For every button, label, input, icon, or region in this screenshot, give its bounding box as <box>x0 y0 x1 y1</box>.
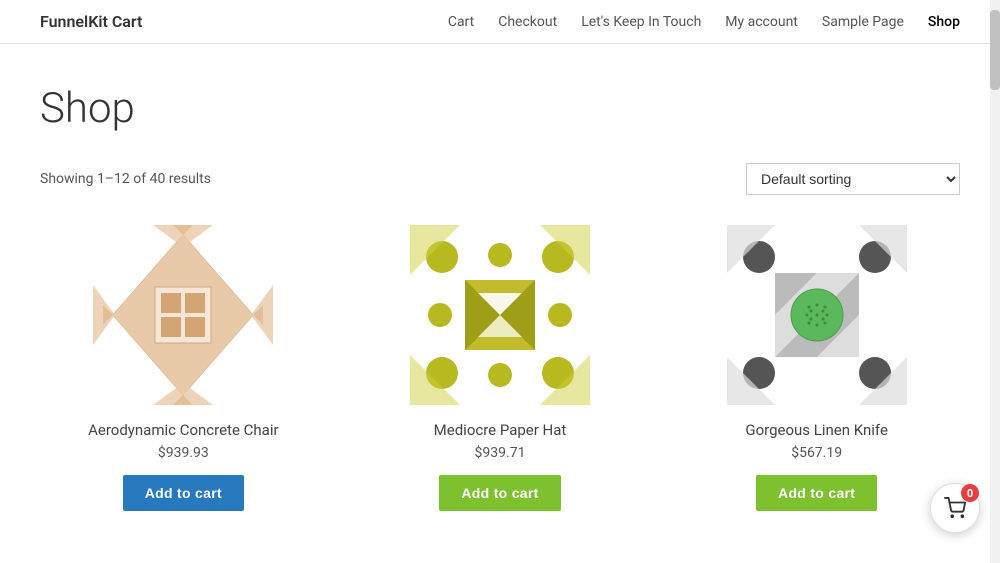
cart-icon <box>944 497 966 519</box>
main-content: Shop Showing 1–12 of 40 results Default … <box>20 44 980 551</box>
cart-count-badge: 0 <box>961 484 979 502</box>
product-name-1: Aerodynamic Concrete Chair <box>88 421 278 439</box>
main-nav: Cart Checkout Let's Keep In Touch My acc… <box>448 14 960 30</box>
product-grid: Aerodynamic Concrete Chair $939.93 Add t… <box>40 225 960 511</box>
product-image-3 <box>727 225 907 405</box>
add-to-cart-button-3[interactable]: Add to cart <box>756 475 877 511</box>
product-name-2: Mediocre Paper Hat <box>434 421 567 439</box>
header: FunnelKit Cart Cart Checkout Let's Keep … <box>0 0 1000 44</box>
cart-float-button[interactable]: 0 <box>930 483 980 533</box>
product-price-2: $939.71 <box>475 445 526 461</box>
add-to-cart-button-2[interactable]: Add to cart <box>439 475 560 511</box>
shop-toolbar: Showing 1–12 of 40 results Default sorti… <box>40 163 960 195</box>
product-card-3: Gorgeous Linen Knife $567.19 Add to cart <box>673 225 960 511</box>
scrollbar-thumb[interactable] <box>990 10 1000 90</box>
product-card-2: Mediocre Paper Hat $939.71 Add to cart <box>357 225 644 511</box>
product-card-1: Aerodynamic Concrete Chair $939.93 Add t… <box>40 225 327 511</box>
product-name-3: Gorgeous Linen Knife <box>745 421 888 439</box>
nav-cart[interactable]: Cart <box>448 14 474 30</box>
result-count: Showing 1–12 of 40 results <box>40 171 211 187</box>
sort-select[interactable]: Default sorting Sort by popularity Sort … <box>746 163 960 195</box>
product-image-1 <box>93 225 273 405</box>
nav-shop[interactable]: Shop <box>928 14 960 30</box>
product-image-2 <box>410 225 590 405</box>
page-title: Shop <box>40 84 960 133</box>
product-price-3: $567.19 <box>791 445 842 461</box>
site-logo[interactable]: FunnelKit Cart <box>40 12 142 31</box>
nav-checkout[interactable]: Checkout <box>498 14 557 30</box>
nav-keep-in-touch[interactable]: Let's Keep In Touch <box>581 14 701 30</box>
nav-sample-page[interactable]: Sample Page <box>822 14 904 30</box>
product-price-1: $939.93 <box>158 445 209 461</box>
scrollbar[interactable] <box>990 0 1000 563</box>
add-to-cart-button-1[interactable]: Add to cart <box>123 475 244 511</box>
nav-my-account[interactable]: My account <box>725 14 798 30</box>
